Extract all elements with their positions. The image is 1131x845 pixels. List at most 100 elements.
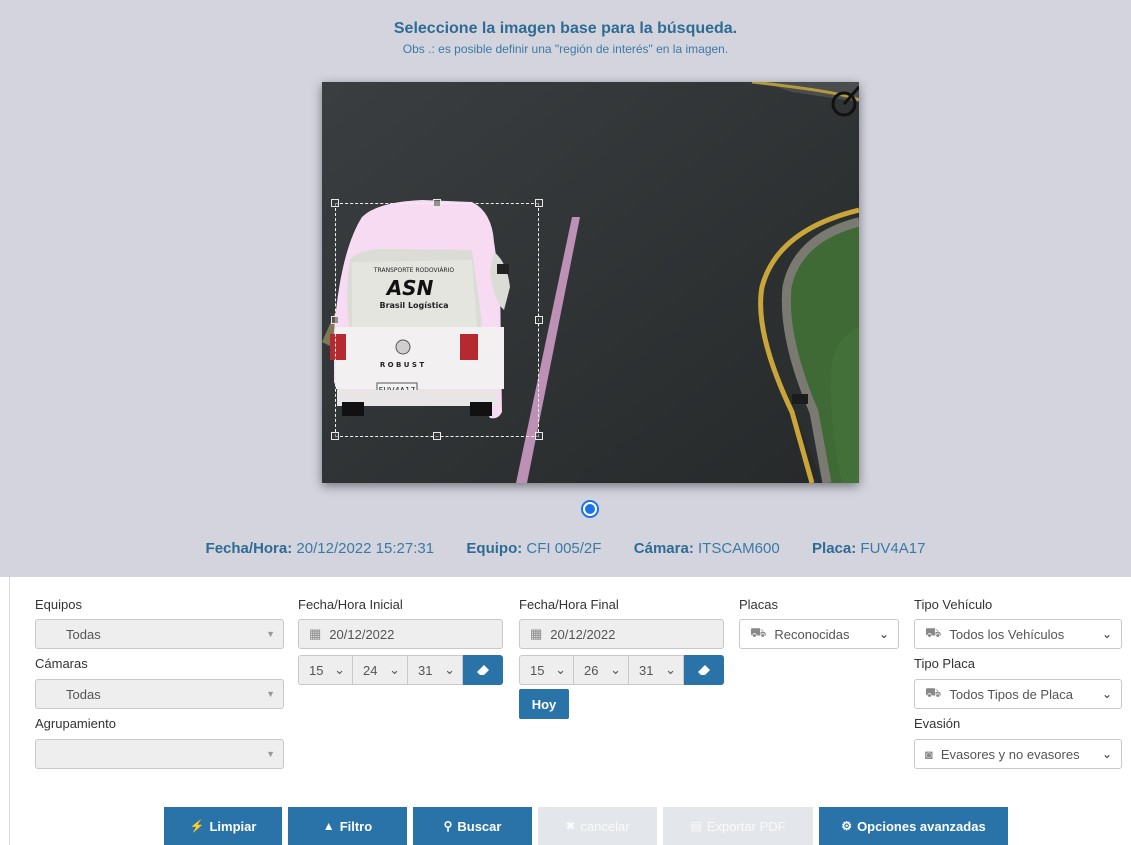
fecha-final-input[interactable]: ▦ 20/12/2022 xyxy=(519,619,724,649)
caret-down-icon: ▼ xyxy=(266,689,275,699)
equipo-value: CFI 005/2F xyxy=(526,540,602,557)
tipo-vehiculo-value: Todos los Vehículos xyxy=(949,626,1065,642)
camaras-label: Cámaras xyxy=(35,656,88,671)
inicial-second-select[interactable]: 31 ⌄ xyxy=(407,655,463,685)
tipo-placa-label: Tipo Placa xyxy=(914,656,975,671)
camaras-select[interactable]: Todas ▼ xyxy=(35,679,284,709)
roi-handle-bottom[interactable] xyxy=(433,432,441,440)
placa-label: Placa: xyxy=(812,540,857,557)
evasion-select[interactable]: ◙ Evasores y no evasores ⌄ xyxy=(914,739,1122,769)
roi-handle-bottom-left[interactable] xyxy=(331,432,339,440)
roi-handle-left[interactable] xyxy=(331,316,339,324)
limpiar-button[interactable]: ⚡ Limpiar xyxy=(164,807,282,845)
inicial-hour-select[interactable]: 15 ⌄ xyxy=(298,655,353,685)
fecha-inicial-input[interactable]: ▦ 20/12/2022 xyxy=(298,619,503,649)
placa-value: FUV4A17 xyxy=(860,540,926,557)
chevron-down-icon: ⌄ xyxy=(555,662,566,677)
tipo-placa-value: Todos Tipos de Placa xyxy=(949,686,1073,702)
limpiar-label: Limpiar xyxy=(209,818,257,834)
caret-down-icon: ▼ xyxy=(266,749,275,759)
tipo-vehiculo-select[interactable]: ⛟ Todos los Vehículos ⌄ xyxy=(914,619,1122,649)
final-second-value: 31 xyxy=(639,662,654,678)
buscar-button[interactable]: ⚲ Buscar xyxy=(413,807,532,845)
roi-handle-right[interactable] xyxy=(535,316,543,324)
opciones-label: Opciones avanzadas xyxy=(857,818,986,834)
final-hour-select[interactable]: 15 ⌄ xyxy=(519,655,574,685)
exportar-pdf-button[interactable]: ▤ Exportar PDF xyxy=(663,807,813,845)
inicial-hour-value: 15 xyxy=(309,662,324,678)
placas-label: Placas xyxy=(739,597,779,612)
car-icon: ⛟ xyxy=(750,625,767,640)
times-icon: ✖ xyxy=(565,819,576,833)
image-select-radio[interactable] xyxy=(581,500,599,518)
car-icon: ⛟ xyxy=(925,685,942,700)
chevron-down-icon: ⌄ xyxy=(334,662,345,677)
region-of-interest-box[interactable] xyxy=(331,199,543,440)
calendar-icon: ▦ xyxy=(309,626,322,641)
cogs-icon: ⚙ xyxy=(841,819,853,833)
fecha-inicial-value: 20/12/2022 xyxy=(329,626,395,642)
chevron-up-icon: ▲ xyxy=(322,819,335,833)
roi-handle-top-right[interactable] xyxy=(535,199,543,207)
search-icon: ⚲ xyxy=(443,819,453,833)
calendar-icon: ▦ xyxy=(530,626,543,641)
image-info-line: Fecha/Hora: 20/12/2022 15:27:31 Equipo: … xyxy=(0,540,1131,557)
page-subtitle: Obs .: es posible definir una "región de… xyxy=(402,42,729,56)
tipo-placa-select[interactable]: ⛟ Todos Tipos de Placa ⌄ xyxy=(914,679,1122,709)
camara-value: ITSCAM600 xyxy=(697,540,780,557)
buscar-label: Buscar xyxy=(457,818,502,834)
divider xyxy=(9,577,10,845)
chevron-down-icon: ⌄ xyxy=(389,662,400,677)
camara-label: Cámara: xyxy=(633,540,694,557)
roi-handle-bottom-right[interactable] xyxy=(535,432,543,440)
roi-handle-top[interactable] xyxy=(433,199,441,207)
file-pdf-icon: ▤ xyxy=(690,819,702,833)
equipos-select[interactable]: Todas ▼ xyxy=(35,619,284,649)
image-selection-panel: Seleccione la imagen base para la búsque… xyxy=(0,0,1131,577)
chevron-down-icon: ⌄ xyxy=(610,662,621,677)
roi-handle-top-left[interactable] xyxy=(331,199,339,207)
filtro-button[interactable]: ▲ Filtro xyxy=(288,807,407,845)
camera-icon: ◙ xyxy=(925,746,933,762)
opciones-avanzadas-button[interactable]: ⚙ Opciones avanzadas xyxy=(819,807,1008,845)
magic-wand-icon: ⚡ xyxy=(189,819,205,833)
camaras-value: Todas xyxy=(66,686,101,702)
inicial-second-value: 31 xyxy=(418,662,433,678)
chevron-down-icon: ⌄ xyxy=(665,662,676,677)
cancelar-button[interactable]: ✖ cancelar xyxy=(538,807,657,845)
equipo-label: Equipo: xyxy=(466,540,523,557)
evasion-value: Evasores y no evasores xyxy=(940,746,1080,762)
placas-select[interactable]: ⛟ Reconocidas ⌄ xyxy=(739,619,899,649)
inicial-minute-value: 24 xyxy=(363,662,378,678)
final-hour-value: 15 xyxy=(530,662,545,678)
inicial-minute-select[interactable]: 24 ⌄ xyxy=(352,655,408,685)
eraser-icon xyxy=(477,665,489,675)
chevron-down-icon: ⌄ xyxy=(1101,747,1112,761)
base-image[interactable]: TRANSPORTE RODOVIÁRIO ASN Brasil Logísti… xyxy=(322,82,859,483)
chevron-down-icon: ⌄ xyxy=(1101,687,1112,701)
car-icon: ⛟ xyxy=(925,625,942,640)
chevron-down-icon: ⌄ xyxy=(878,627,889,641)
eraser-icon xyxy=(698,665,710,675)
hoy-button[interactable]: Hoy xyxy=(519,689,569,719)
fecha-inicial-label: Fecha/Hora Inicial xyxy=(298,597,403,612)
fecha-final-value: 20/12/2022 xyxy=(550,626,616,642)
filtro-label: Filtro xyxy=(339,818,373,834)
clear-inicial-button[interactable] xyxy=(463,655,503,685)
chevron-down-icon: ⌄ xyxy=(444,662,455,677)
fecha-value: 20/12/2022 15:27:31 xyxy=(296,540,435,557)
page-title: Seleccione la imagen base para la búsque… xyxy=(393,20,738,37)
placas-value: Reconocidas xyxy=(774,626,850,642)
clear-final-button[interactable] xyxy=(684,655,724,685)
fecha-label: Fecha/Hora: xyxy=(205,540,293,557)
caret-down-icon: ▼ xyxy=(266,629,275,639)
final-second-select[interactable]: 31 ⌄ xyxy=(628,655,684,685)
agrupamiento-select[interactable]: ▼ xyxy=(35,739,284,769)
equipos-value: Todas xyxy=(66,626,101,642)
final-minute-select[interactable]: 26 ⌄ xyxy=(573,655,629,685)
cancelar-label: cancelar xyxy=(580,818,630,834)
equipos-label: Equipos xyxy=(35,597,82,612)
final-minute-value: 26 xyxy=(584,662,599,678)
fecha-final-label: Fecha/Hora Final xyxy=(519,597,619,612)
tipo-vehiculo-label: Tipo Vehículo xyxy=(914,597,993,612)
